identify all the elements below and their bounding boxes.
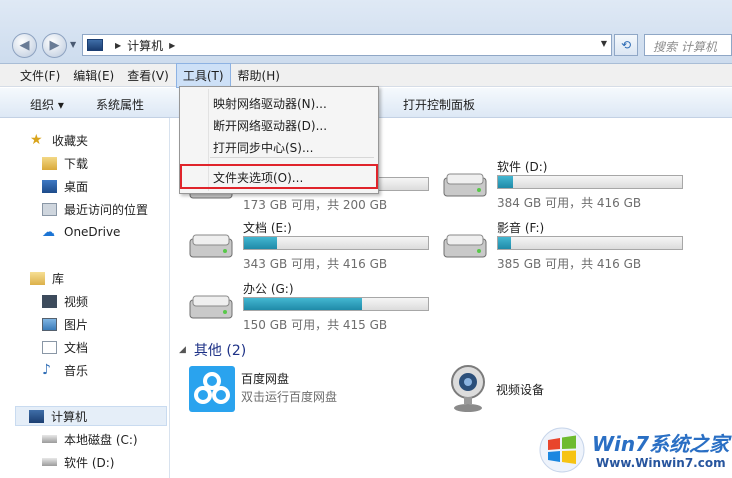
arrow-left-icon: ◀ xyxy=(19,38,30,53)
menu-edit[interactable]: 编辑(E) xyxy=(67,64,120,87)
sidebar-item-desktop[interactable]: 桌面 xyxy=(42,176,88,196)
drive-capacity-fill xyxy=(244,237,278,249)
baidu-netdisk-icon xyxy=(189,366,235,412)
sidebar-item-drive-c[interactable]: 本地磁盘 (C:) xyxy=(42,429,138,449)
group-header-other[interactable]: ◢ 其他 (2) xyxy=(179,340,246,360)
drive-icon xyxy=(42,435,57,443)
desktop-icon xyxy=(42,179,57,193)
highlight-box xyxy=(180,164,378,189)
cloud-icon: ☁ xyxy=(42,224,55,240)
sidebar-item-videos[interactable]: 视频 xyxy=(42,291,88,311)
drive-free-space: 173 GB 可用，共 200 GB xyxy=(243,198,388,212)
recent-places-icon xyxy=(42,202,57,216)
watermark: Win7系统之家 Www.Winwin7.com xyxy=(534,420,732,478)
back-button[interactable]: ◀ xyxy=(12,33,37,58)
computer-icon xyxy=(87,39,103,51)
baidu-netdisk-name: 百度网盘 xyxy=(241,372,290,386)
sidebar-computer[interactable]: 计算机 xyxy=(15,406,167,426)
library-icon xyxy=(30,271,45,285)
menu-file[interactable]: 文件(F) xyxy=(14,64,66,87)
hard-drive-icon xyxy=(189,234,233,258)
drive-name: 办公 (G:) xyxy=(243,282,294,296)
drive-capacity-bar xyxy=(497,236,683,250)
menu-item-map-drive[interactable]: 映射网络驱动器(N)... xyxy=(213,95,327,112)
film-icon xyxy=(42,294,57,308)
drive-free-space: 343 GB 可用，共 416 GB xyxy=(243,257,388,271)
sidebar-libraries[interactable]: 库 xyxy=(30,268,64,288)
sidebar-item-drive-d[interactable]: 软件 (D:) xyxy=(42,452,114,472)
drive-capacity-fill xyxy=(498,237,511,249)
drive-icon xyxy=(42,458,57,466)
download-folder-icon xyxy=(42,156,57,170)
chevron-right-icon[interactable]: ▶ xyxy=(115,41,121,50)
recent-pages-dropdown[interactable]: ▼ xyxy=(70,40,80,50)
baidu-netdisk-desc: 双击运行百度网盘 xyxy=(241,390,338,404)
hard-drive-icon xyxy=(443,234,487,258)
drive-free-space: 150 GB 可用，共 415 GB xyxy=(243,318,388,332)
drive-free-space: 385 GB 可用，共 416 GB xyxy=(497,257,642,271)
hard-drive-icon xyxy=(443,173,487,197)
picture-icon xyxy=(42,317,57,331)
webcam-icon xyxy=(451,365,485,412)
watermark-brand: Win7系统之家 xyxy=(592,432,730,456)
baidu-netdisk-item[interactable]: 百度网盘 双击运行百度网盘 xyxy=(189,366,409,414)
sidebar-item-onedrive[interactable]: ☁ OneDrive xyxy=(42,222,120,242)
drive-tile-g[interactable]: 办公 (G:) 150 GB 可用，共 415 GB xyxy=(189,280,434,340)
refresh-button[interactable]: ⟲ xyxy=(614,34,638,56)
drive-name: 影音 (F:) xyxy=(497,221,545,235)
control-panel-button[interactable]: 打开控制面板 xyxy=(403,96,475,113)
address-field[interactable]: ▶ 计算机 ▶ ▼ xyxy=(82,34,612,56)
chevron-right-icon[interactable]: ▶ xyxy=(169,41,175,50)
collapse-triangle-icon[interactable]: ◢ xyxy=(179,345,186,355)
address-dropdown-icon[interactable]: ▼ xyxy=(601,39,607,48)
forward-button[interactable]: ▶ xyxy=(42,33,67,58)
watermark-url: Www.Winwin7.com xyxy=(596,456,726,470)
organize-button[interactable]: 组织 ▾ xyxy=(30,96,64,113)
drive-capacity-bar xyxy=(497,175,683,189)
address-bar-area: ◀ ▶ ▼ ▶ 计算机 ▶ ▼ ⟲ 搜索 计算机 xyxy=(0,0,732,64)
menu-separator xyxy=(210,157,374,158)
drive-free-space: 384 GB 可用，共 416 GB xyxy=(497,196,642,210)
drive-capacity-fill xyxy=(498,176,513,188)
menu-tools[interactable]: 工具(T) xyxy=(175,62,231,88)
video-device-item[interactable]: 视频设备 xyxy=(446,363,586,415)
sidebar-item-downloads[interactable]: 下载 xyxy=(42,153,88,173)
computer-icon xyxy=(29,409,44,423)
drive-name: 文档 (E:) xyxy=(243,221,292,235)
menu-help[interactable]: 帮助(H) xyxy=(232,64,286,87)
menu-item-disconnect-drive[interactable]: 断开网络驱动器(D)... xyxy=(213,117,327,134)
star-icon: ★ xyxy=(30,131,43,148)
sidebar-item-recent[interactable]: 最近访问的位置 xyxy=(42,199,148,219)
sidebar-favorites[interactable]: ★ 收藏夹 xyxy=(30,130,88,150)
music-icon: ♪ xyxy=(42,361,51,378)
hard-drive-icon xyxy=(189,295,233,319)
document-icon xyxy=(42,340,57,354)
drive-capacity-bar xyxy=(243,236,429,250)
sidebar-item-documents[interactable]: 文档 xyxy=(42,337,88,357)
menu-item-sync-center[interactable]: 打开同步中心(S)... xyxy=(213,139,313,156)
refresh-icon: ⟲ xyxy=(620,38,632,52)
video-device-name: 视频设备 xyxy=(496,383,545,397)
drive-tile-e[interactable]: 文档 (E:) 343 GB 可用，共 416 GB xyxy=(189,219,434,279)
drive-tile-d[interactable]: 软件 (D:) 384 GB 可用，共 416 GB xyxy=(443,158,688,218)
breadcrumb-computer[interactable]: 计算机 xyxy=(127,37,163,54)
sidebar-item-music[interactable]: ♪ 音乐 xyxy=(42,360,88,380)
sidebar-item-pictures[interactable]: 图片 xyxy=(42,314,88,334)
system-properties-button[interactable]: 系统属性 xyxy=(96,96,144,113)
drive-capacity-bar xyxy=(243,297,429,311)
drive-name: 软件 (D:) xyxy=(497,160,548,174)
drive-tile-f[interactable]: 影音 (F:) 385 GB 可用，共 416 GB xyxy=(443,219,688,279)
arrow-right-icon: ▶ xyxy=(49,38,60,53)
navigation-pane: ★ 收藏夹 下载 桌面 最近访问的位置 ☁ OneDrive 库 视频 图片 文… xyxy=(0,118,170,478)
drive-capacity-fill xyxy=(244,298,362,310)
windows-logo-icon xyxy=(539,427,585,473)
menu-bar: 文件(F) 编辑(E) 查看(V) 工具(T) 帮助(H) xyxy=(0,62,732,88)
menu-view[interactable]: 查看(V) xyxy=(121,64,175,87)
search-input[interactable]: 搜索 计算机 xyxy=(644,34,732,56)
